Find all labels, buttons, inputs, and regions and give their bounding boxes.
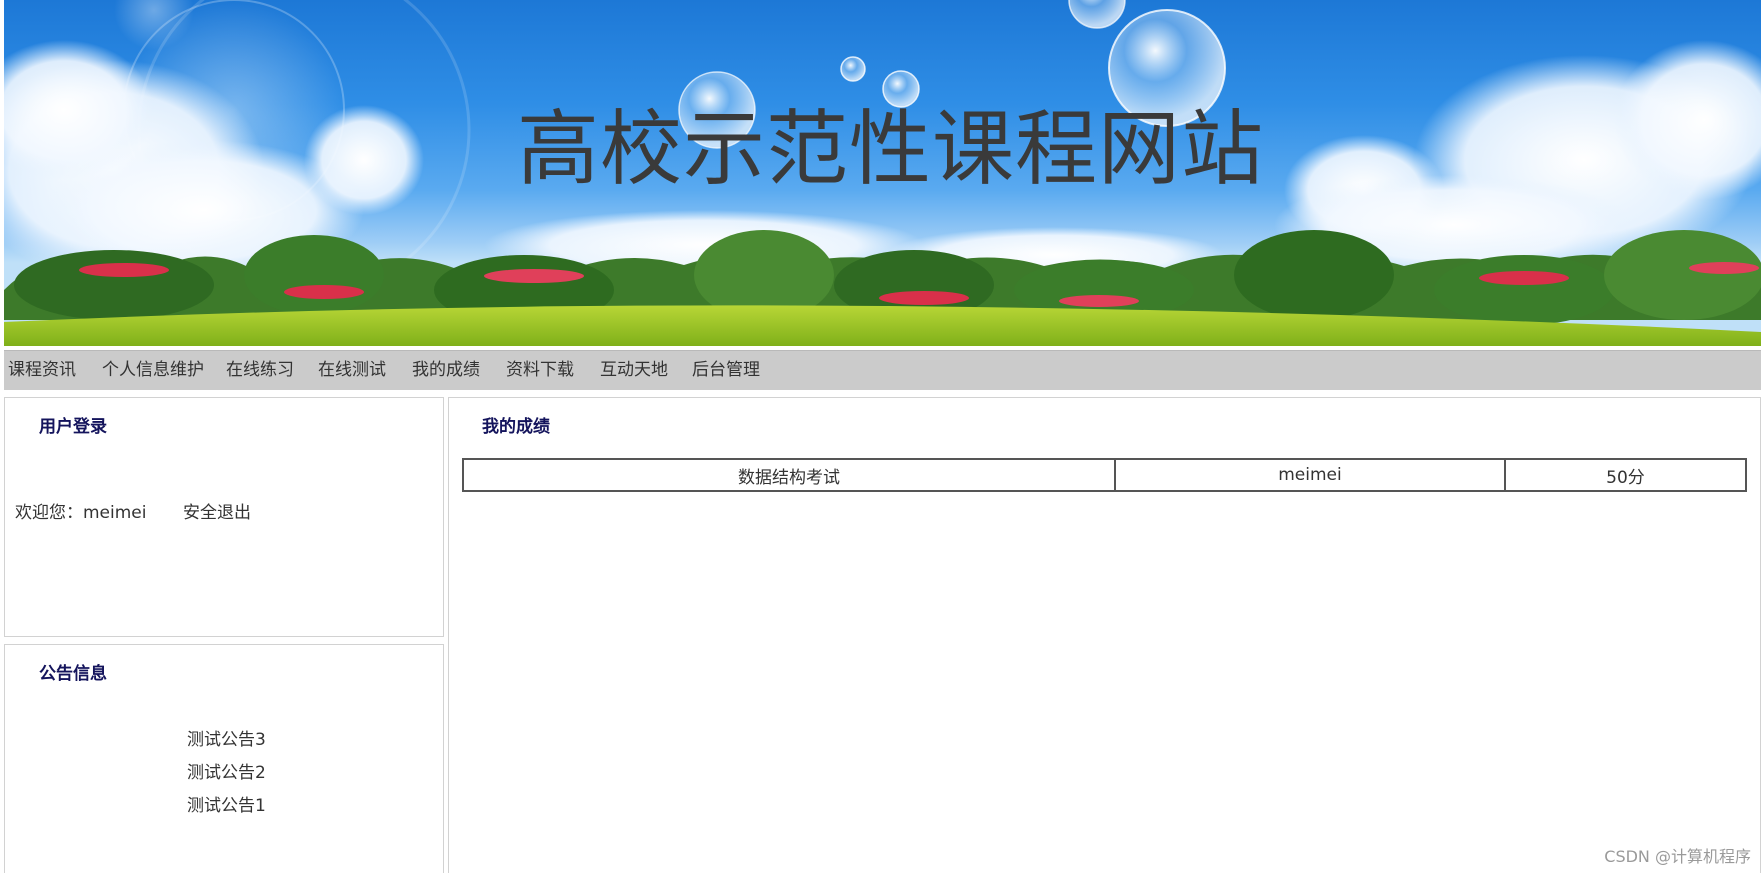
site-title: 高校示范性课程网站 [516, 102, 1264, 197]
score-cell: 50分 [1504, 458, 1747, 492]
notice-item[interactable]: 测试公告2 [187, 758, 266, 783]
notice-item[interactable]: 测试公告3 [187, 725, 266, 750]
exam-name-cell: 数据结构考试 [462, 458, 1116, 492]
nav-item-practice[interactable]: 在线练习 [226, 351, 294, 390]
nav-item-online-test[interactable]: 在线测试 [318, 351, 386, 390]
welcome-text: 欢迎您：meimei [15, 503, 147, 523]
header-banner: 高校示范性课程网站 [4, 0, 1761, 346]
nav-item-my-grades[interactable]: 我的成绩 [412, 351, 480, 390]
nav-item-profile[interactable]: 个人信息维护 [102, 351, 204, 390]
nav-item-admin[interactable]: 后台管理 [692, 351, 760, 390]
main-nav: 课程资讯 个人信息维护 在线练习 在线测试 我的成绩 资料下载 互动天地 后台管… [4, 350, 1761, 390]
page: 高校示范性课程网站 课程资讯 个人信息维护 在线练习 在线测试 我的成绩 资料下… [0, 0, 1763, 873]
grades-table: 数据结构考试 meimei 50分 [462, 458, 1747, 492]
nav-item-downloads[interactable]: 资料下载 [506, 351, 574, 390]
notice-item[interactable]: 测试公告1 [187, 791, 266, 816]
grades-panel: 我的成绩 数据结构考试 meimei 50分 [448, 397, 1761, 873]
nav-item-course-news[interactable]: 课程资讯 [8, 351, 76, 390]
nav-item-interaction[interactable]: 互动天地 [600, 351, 668, 390]
table-row: 数据结构考试 meimei 50分 [462, 458, 1747, 492]
logout-link[interactable]: 安全退出 [183, 498, 251, 523]
login-panel: 用户登录 欢迎您：meimei 安全退出 [4, 397, 444, 637]
watermark: CSDN @计算机程序 [1604, 847, 1751, 866]
login-panel-title: 用户登录 [39, 417, 107, 437]
grades-panel-title: 我的成绩 [482, 417, 550, 437]
notice-panel: 公告信息 测试公告3 测试公告2 测试公告1 [4, 644, 444, 873]
notice-panel-title: 公告信息 [39, 664, 107, 684]
username-cell: meimei [1114, 458, 1506, 492]
